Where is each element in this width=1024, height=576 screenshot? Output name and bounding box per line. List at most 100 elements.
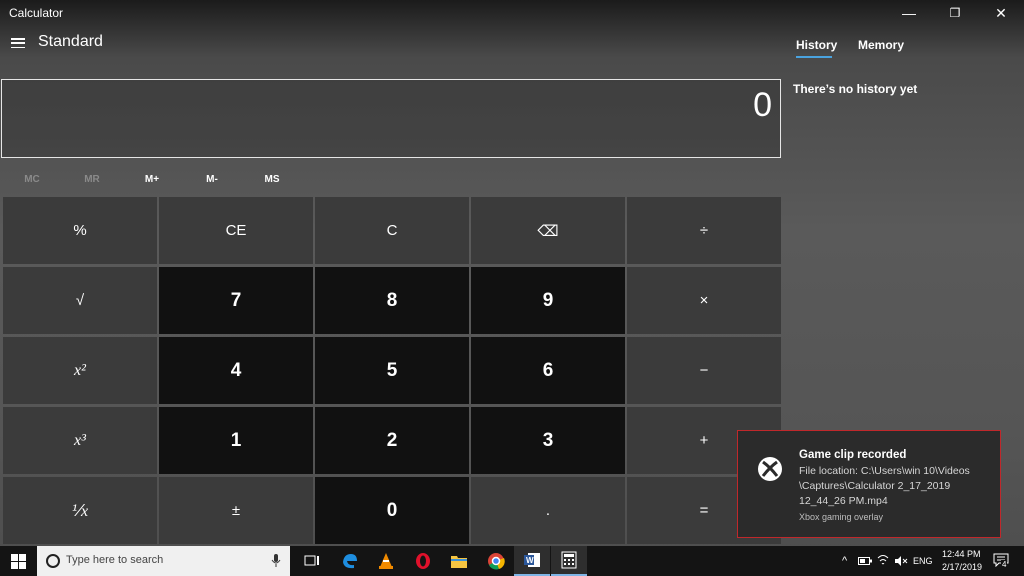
- memory-subtract-button[interactable]: M-: [192, 174, 232, 185]
- key-label: 4: [230, 359, 242, 381]
- digit-3-key[interactable]: 3: [471, 407, 625, 474]
- key-label: +: [699, 432, 709, 449]
- digit-7-key[interactable]: 7: [159, 267, 313, 334]
- battery-icon[interactable]: [858, 557, 872, 565]
- close-button[interactable]: ✕: [978, 0, 1024, 26]
- digit-2-key[interactable]: 2: [315, 407, 469, 474]
- clock-time[interactable]: 12:44 PM: [942, 549, 981, 559]
- notification-count-badge: 4: [1001, 560, 1008, 569]
- window-title: Calculator: [9, 6, 64, 20]
- clear-key[interactable]: C: [315, 197, 469, 264]
- digit-5-key[interactable]: 5: [315, 337, 469, 404]
- notification-body: File location: C:\Users\win 10\Videos \C…: [799, 465, 970, 507]
- word-icon[interactable]: W: [514, 546, 550, 576]
- cube-key[interactable]: x³: [3, 407, 157, 474]
- key-label: √: [75, 292, 85, 309]
- game-clip-notification[interactable]: Game clip recorded File location: C:\Use…: [737, 430, 1001, 538]
- history-empty-message: There’s no history yet: [793, 82, 918, 96]
- language-indicator[interactable]: ENG: [913, 556, 933, 566]
- digit-1-key[interactable]: 1: [159, 407, 313, 474]
- key-label: %: [73, 222, 87, 239]
- memory-add-button[interactable]: M+: [132, 174, 172, 185]
- digit-9-key[interactable]: 9: [471, 267, 625, 334]
- memory-clear-button[interactable]: MC: [12, 174, 52, 185]
- maximize-button[interactable]: ❐: [932, 0, 978, 26]
- decimal-key[interactable]: .: [471, 477, 625, 544]
- memory-store-button[interactable]: MS: [252, 174, 292, 185]
- hamburger-menu-icon[interactable]: [11, 38, 25, 49]
- key-label: 6: [542, 359, 554, 381]
- backspace-key[interactable]: ⌫: [471, 197, 625, 264]
- keypad: % CE C ⌫ ÷ √ 7 8 9 × x² 4 5 6 − x³ 1 2 3 + ⅟x ±0. =: [3, 197, 781, 544]
- result-display: 0: [1, 79, 781, 158]
- percent-key[interactable]: %: [3, 197, 157, 264]
- volume-muted-icon[interactable]: [894, 555, 908, 567]
- key-label: ×: [699, 292, 709, 309]
- key-label: 0: [386, 499, 398, 521]
- clock-date[interactable]: 2/17/2019: [942, 562, 982, 572]
- windows-logo-icon: [10, 553, 26, 569]
- show-hidden-icons-icon[interactable]: ^: [842, 555, 847, 567]
- calculator-icon[interactable]: [551, 546, 587, 576]
- key-label: 1: [230, 429, 242, 451]
- opera-icon[interactable]: [405, 546, 441, 576]
- key-label: CE: [225, 222, 247, 239]
- svg-text:W: W: [526, 556, 534, 565]
- search-placeholder: Type here to search: [66, 554, 164, 566]
- tab-memory[interactable]: Memory: [858, 38, 904, 52]
- key-label: 3: [542, 429, 554, 451]
- close-icon: ✕: [995, 4, 1007, 21]
- minimize-icon: —: [902, 5, 916, 21]
- maximize-icon: ❐: [949, 6, 961, 20]
- taskbar-search-box[interactable]: Type here to search: [37, 546, 290, 576]
- cortana-icon: [46, 554, 60, 568]
- digit-0-key[interactable]: 0: [315, 477, 469, 544]
- start-button[interactable]: [0, 546, 36, 576]
- key-label: C: [386, 222, 398, 239]
- key-label: −: [699, 362, 709, 379]
- key-label: .: [545, 502, 551, 519]
- multiply-key[interactable]: ×: [627, 267, 781, 334]
- vlc-icon[interactable]: [368, 546, 404, 576]
- digit-4-key[interactable]: 4: [159, 337, 313, 404]
- tab-history[interactable]: History: [796, 38, 837, 52]
- square-root-key[interactable]: √: [3, 267, 157, 334]
- task-view-icon[interactable]: [294, 546, 330, 576]
- key-label: x³: [74, 431, 86, 449]
- chrome-icon[interactable]: [478, 546, 514, 576]
- title-bar: Calculator — ❐ ✕: [0, 0, 1024, 26]
- key-label: x²: [74, 361, 86, 379]
- divide-key[interactable]: ÷: [627, 197, 781, 264]
- network-icon[interactable]: [877, 554, 889, 567]
- memory-recall-button[interactable]: MR: [72, 174, 112, 185]
- square-key[interactable]: x²: [3, 337, 157, 404]
- file-explorer-icon[interactable]: [441, 546, 477, 576]
- calculator-mode-title: Standard: [38, 33, 103, 50]
- xbox-icon: [758, 457, 782, 481]
- active-tab-indicator: [796, 56, 832, 58]
- taskbar: Type here to search W ^ ENG 12:44 PM 2/1…: [0, 546, 1024, 576]
- key-label: ⅟x: [71, 502, 89, 520]
- edge-icon[interactable]: [332, 546, 368, 576]
- key-label: =: [699, 502, 709, 519]
- key-label: 8: [386, 289, 398, 311]
- key-label: 7: [230, 289, 242, 311]
- key-label: ⌫: [537, 222, 559, 240]
- key-label: 5: [386, 359, 398, 381]
- key-label: 2: [386, 429, 398, 451]
- key-label: ÷: [699, 222, 709, 239]
- action-center-button[interactable]: 4: [990, 546, 1020, 576]
- notification-source: Xbox gaming overlay: [799, 512, 884, 522]
- key-label: 9: [542, 289, 554, 311]
- notification-title: Game clip recorded: [799, 449, 907, 461]
- negate-key[interactable]: ±: [159, 477, 313, 544]
- reciprocal-key[interactable]: ⅟x: [3, 477, 157, 544]
- digit-8-key[interactable]: 8: [315, 267, 469, 334]
- minimize-button[interactable]: —: [886, 0, 932, 26]
- key-label: ±: [231, 502, 241, 519]
- display-value: 0: [753, 86, 772, 124]
- clear-entry-key[interactable]: CE: [159, 197, 313, 264]
- subtract-key[interactable]: −: [627, 337, 781, 404]
- microphone-icon[interactable]: [271, 554, 281, 568]
- digit-6-key[interactable]: 6: [471, 337, 625, 404]
